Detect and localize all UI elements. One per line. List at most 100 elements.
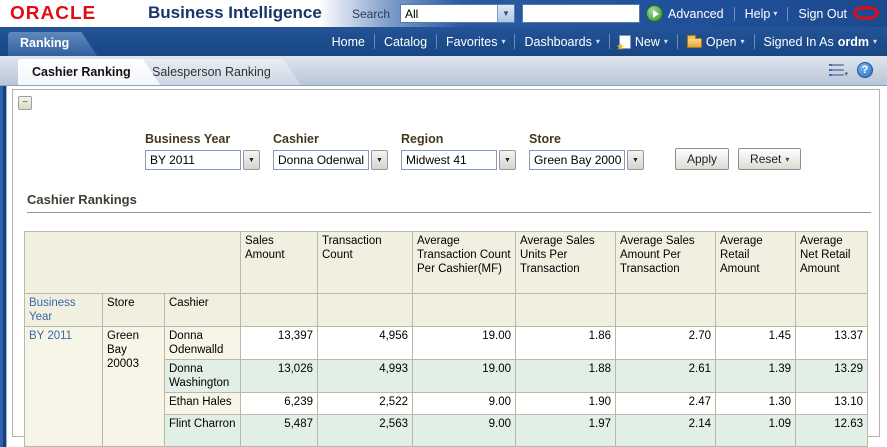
- table-cell: 13.10: [796, 393, 868, 415]
- table-cell: 19.00: [413, 360, 516, 393]
- oracle-logo: ORACLE: [10, 4, 96, 25]
- help-link[interactable]: Help▾: [745, 7, 778, 21]
- cashier-cell: Ethan Hales: [165, 393, 241, 415]
- divider: [609, 34, 610, 49]
- nav-dashboards[interactable]: Dashboards▾: [524, 35, 599, 49]
- by-2011-link[interactable]: BY 2011: [29, 330, 72, 342]
- table-cell: 1.30: [716, 393, 796, 415]
- search-scope-select[interactable]: All ▼: [400, 4, 515, 23]
- play-icon: [653, 10, 659, 18]
- chevron-down-icon[interactable]: ▼: [371, 150, 388, 170]
- table-cell: 1.09: [716, 415, 796, 447]
- cashier-rankings-table: Sales Amount Transaction Count Average T…: [24, 231, 868, 447]
- search-scope-value: All: [401, 7, 418, 21]
- help-icon[interactable]: ?: [857, 62, 873, 78]
- chevron-down-icon: ▾: [501, 37, 505, 46]
- business-year-link[interactable]: Business Year: [29, 297, 76, 323]
- chevron-down-icon[interactable]: ▼: [627, 150, 644, 170]
- cashier-cell: Donna Odenwalld: [165, 327, 241, 360]
- chevron-down-icon: ▾: [873, 37, 877, 46]
- filter-label: Business Year: [145, 132, 260, 146]
- store-select[interactable]: Green Bay 2000 ▼: [529, 150, 644, 170]
- empty-header-cell: [241, 294, 318, 327]
- nav-catalog[interactable]: Catalog: [384, 35, 427, 49]
- page-tabs-bar: Cashier Ranking Salesperson Ranking ▾ ?: [0, 56, 887, 86]
- branding-bar: ORACLE Business Intelligence Search All …: [0, 0, 887, 27]
- chevron-down-icon[interactable]: ▼: [243, 150, 260, 170]
- tab-salesperson-ranking[interactable]: Salesperson Ranking: [138, 59, 301, 85]
- region-value: Midwest 41: [401, 150, 497, 170]
- table-cell: 5,487: [241, 415, 318, 447]
- divider: [514, 34, 515, 49]
- nav-new[interactable]: New▾: [619, 35, 668, 49]
- filter-actions: Apply Reset▾: [675, 148, 801, 170]
- prompt-filters: Business Year BY 2011 ▼ Cashier Donna Od…: [145, 132, 801, 170]
- dimension-header-store: Store: [103, 294, 165, 327]
- advanced-link[interactable]: Advanced: [668, 7, 724, 21]
- topbar-links: Advanced Help▾ Sign Out: [668, 0, 847, 27]
- table-cell: 1.88: [516, 360, 616, 393]
- dimension-header-business-year: Business Year: [25, 294, 103, 327]
- navbar-links: Home Catalog Favorites▾ Dashboards▾ New▾…: [332, 27, 877, 56]
- chevron-down-icon: ▾: [773, 9, 777, 18]
- search-input[interactable]: [522, 4, 640, 23]
- reset-button[interactable]: Reset▾: [738, 148, 801, 170]
- product-title: Business Intelligence: [148, 3, 322, 23]
- signed-in-menu[interactable]: Signed In Asordm▾: [764, 35, 877, 49]
- table-cell: 6,239: [241, 393, 318, 415]
- search-go-icon[interactable]: [646, 5, 663, 22]
- cashier-value: Donna Odenwal: [273, 150, 369, 170]
- nav-favorites[interactable]: Favorites▾: [446, 35, 505, 49]
- table-cell: 13.37: [796, 327, 868, 360]
- apply-button[interactable]: Apply: [675, 148, 729, 170]
- collapse-section-icon[interactable]: −: [18, 96, 32, 110]
- signed-in-user: ordm: [838, 35, 869, 49]
- filter-store: Store Green Bay 2000 ▼: [529, 132, 644, 170]
- filter-business-year: Business Year BY 2011 ▼: [145, 132, 260, 170]
- cashier-select[interactable]: Donna Odenwal ▼: [273, 150, 388, 170]
- store-cell: Green Bay 20003: [103, 327, 165, 447]
- chevron-down-icon: ▾: [785, 155, 789, 164]
- empty-header-cell: [318, 294, 413, 327]
- table-cell: 1.39: [716, 360, 796, 393]
- search-label: Search: [352, 7, 390, 21]
- oracle-o-icon: [853, 6, 879, 20]
- empty-header-cell: [716, 294, 796, 327]
- dimension-header-row: Business Year Store Cashier: [25, 294, 868, 327]
- filter-cashier: Cashier Donna Odenwal ▼: [273, 132, 388, 170]
- tab-cashier-ranking[interactable]: Cashier Ranking: [18, 59, 161, 85]
- filter-label: Cashier: [273, 132, 388, 146]
- business-year-select[interactable]: BY 2011 ▼: [145, 150, 260, 170]
- chevron-down-icon: ▾: [596, 37, 600, 46]
- table-cell: 9.00: [413, 415, 516, 447]
- measure-header-row: Sales Amount Transaction Count Average T…: [25, 232, 868, 294]
- divider: [754, 34, 755, 49]
- table-cell: 13,026: [241, 360, 318, 393]
- sign-out-link[interactable]: Sign Out: [798, 7, 847, 21]
- table-cell: 2.70: [616, 327, 716, 360]
- filter-label: Region: [401, 132, 516, 146]
- divider: [787, 7, 788, 21]
- store-value: Green Bay 2000: [529, 150, 625, 170]
- dashboard-navbar: Ranking Home Catalog Favorites▾ Dashboar…: [0, 27, 887, 56]
- divider: [677, 34, 678, 49]
- column-header: Sales Amount: [241, 232, 318, 294]
- region-select[interactable]: Midwest 41 ▼: [401, 150, 516, 170]
- nav-home[interactable]: Home: [332, 35, 365, 49]
- list-line: [829, 64, 844, 66]
- table-cell: 2.61: [616, 360, 716, 393]
- table-cell: 9.00: [413, 393, 516, 415]
- chevron-down-icon: ▾: [741, 37, 745, 46]
- table-cell: 1.90: [516, 393, 616, 415]
- dashboard-page-tab-ranking[interactable]: Ranking: [8, 32, 97, 56]
- column-header: Average Sales Amount Per Transaction: [616, 232, 716, 294]
- empty-header-cell: [413, 294, 516, 327]
- page-options-icon[interactable]: ▾: [829, 63, 847, 77]
- chevron-down-icon[interactable]: ▼: [499, 150, 516, 170]
- column-header: Average Retail Amount: [716, 232, 796, 294]
- nav-open[interactable]: Open▾: [687, 35, 745, 49]
- divider: [734, 7, 735, 21]
- column-header: Transaction Count: [318, 232, 413, 294]
- table-cell: 1.97: [516, 415, 616, 447]
- table-cell: 13,397: [241, 327, 318, 360]
